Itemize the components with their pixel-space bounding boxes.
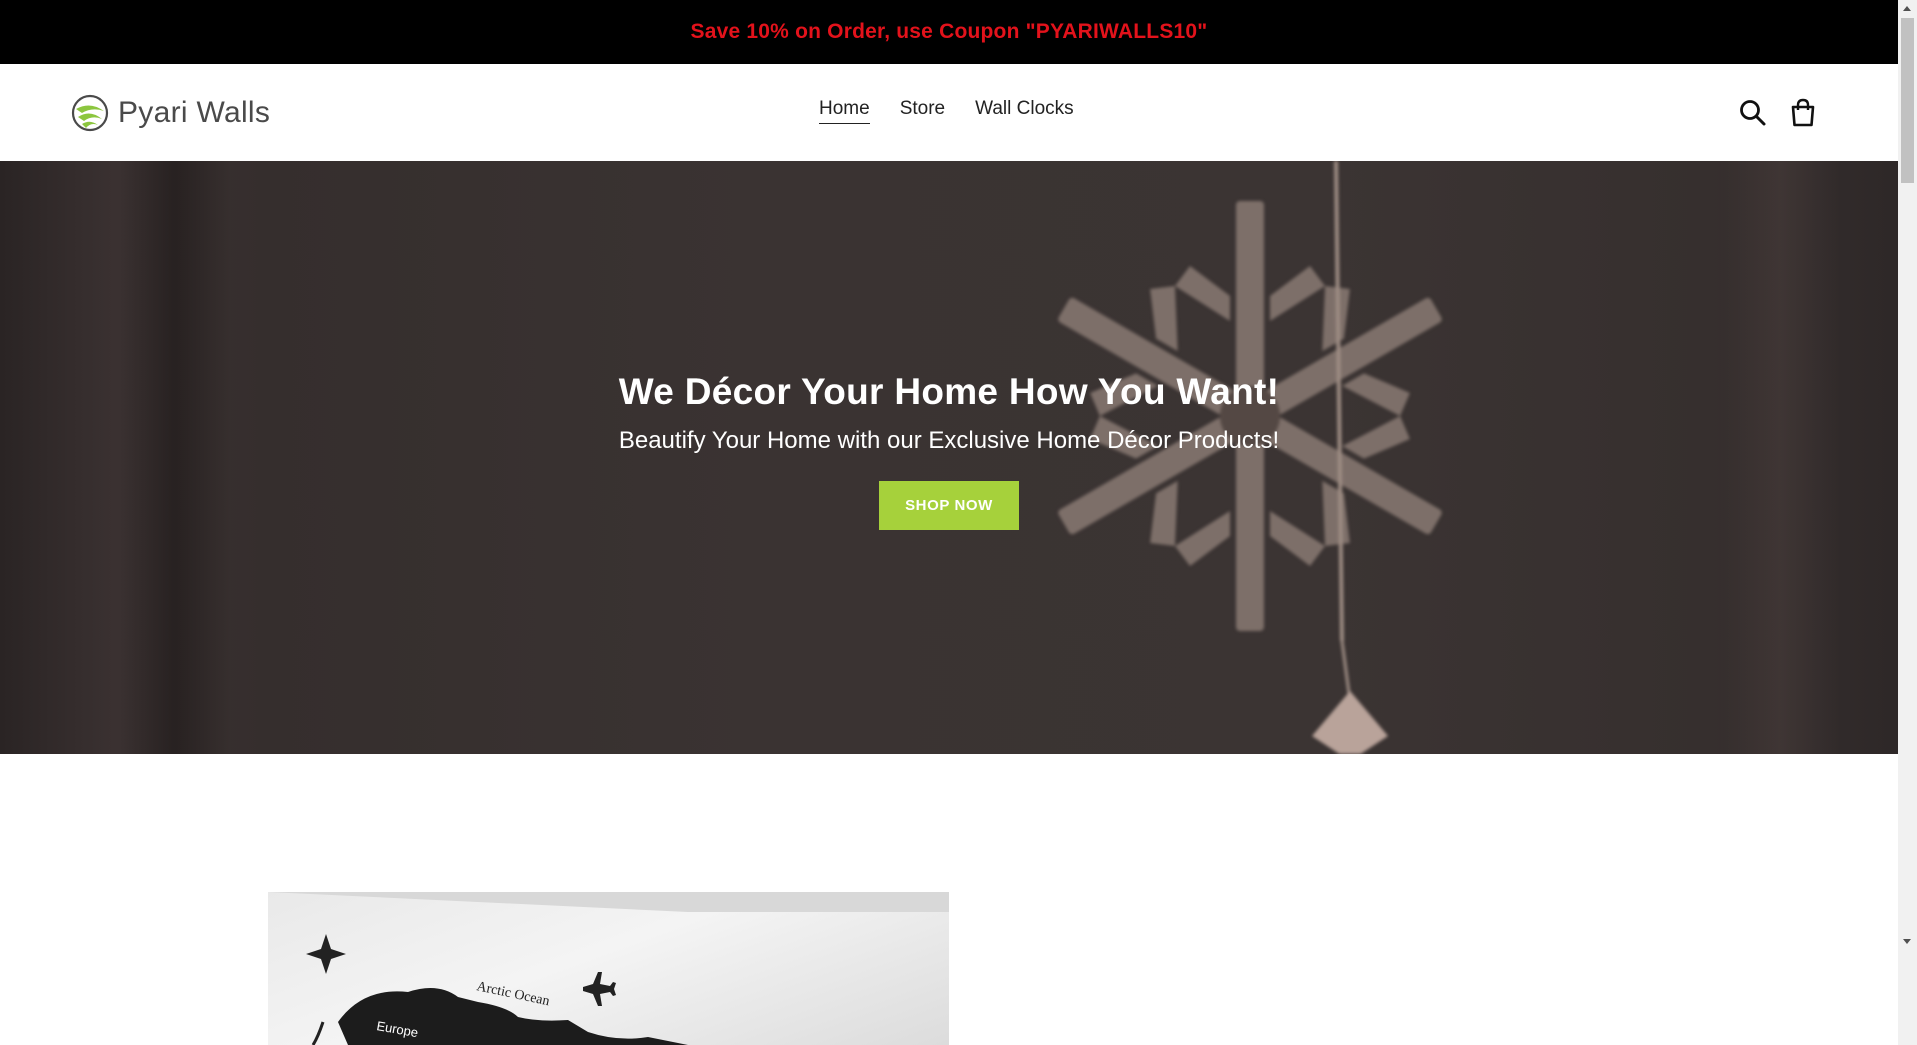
search-button[interactable]: [1736, 96, 1770, 130]
page-scrollbar[interactable]: [1898, 0, 1917, 1045]
world-map-clock-image: Arctic Ocean Europe: [268, 892, 949, 1045]
search-icon: [1740, 100, 1766, 126]
cart-button[interactable]: [1786, 96, 1820, 130]
logo-icon: [71, 94, 109, 132]
nav-store[interactable]: Store: [900, 98, 945, 124]
site-header: Pyari Walls Home Store Wall Clocks: [0, 64, 1898, 162]
announcement-bar: Save 10% on Order, use Coupon "PYARIWALL…: [0, 0, 1898, 64]
scroll-thumb[interactable]: [1901, 18, 1914, 183]
logo-text: Pyari Walls: [118, 96, 271, 129]
announcement-text: Save 10% on Order, use Coupon "PYARIWALL…: [690, 20, 1208, 43]
scroll-up-arrow-icon[interactable]: [1903, 6, 1911, 11]
featured-product-image[interactable]: Arctic Ocean Europe: [268, 892, 949, 1045]
hero-content: We Décor Your Home How You Want! Beautif…: [0, 161, 1898, 754]
main-nav: Home Store Wall Clocks: [819, 98, 1074, 124]
site-logo[interactable]: Pyari Walls: [68, 89, 270, 137]
cart-icon: [1791, 98, 1815, 127]
hero-title: We Décor Your Home How You Want!: [618, 371, 1280, 412]
hero-subtitle: Beautify Your Home with our Exclusive Ho…: [618, 427, 1280, 454]
nav-wall-clocks[interactable]: Wall Clocks: [975, 98, 1074, 124]
scroll-down-arrow-icon[interactable]: [1903, 939, 1911, 944]
nav-home[interactable]: Home: [819, 98, 870, 124]
shop-now-button[interactable]: SHOP NOW: [879, 481, 1019, 530]
hero-banner: We Décor Your Home How You Want! Beautif…: [0, 161, 1898, 754]
